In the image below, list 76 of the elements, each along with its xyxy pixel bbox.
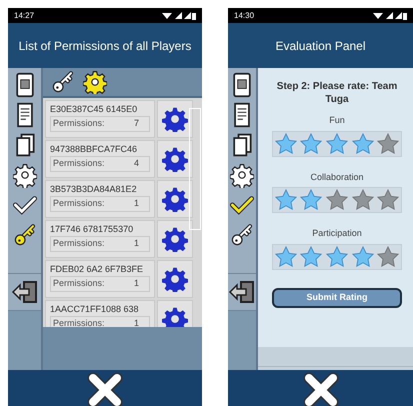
star-rating[interactable] <box>272 130 402 156</box>
screen-title: List of Permissions of all Players <box>18 38 192 54</box>
star-icon[interactable] <box>274 189 297 211</box>
close-icon[interactable] <box>87 372 123 406</box>
key-icon[interactable] <box>51 70 75 94</box>
player-id: 947388BBFCA7FC46 <box>50 143 138 156</box>
screen-title: Evaluation Panel <box>275 38 366 54</box>
permissions-value: 1 <box>134 277 140 290</box>
settings-icon <box>162 226 188 252</box>
gear-icon[interactable] <box>230 162 254 188</box>
settings-icon <box>162 306 188 327</box>
exit-icon[interactable] <box>228 280 256 304</box>
key-icon[interactable] <box>12 222 36 248</box>
permissions-value: 4 <box>134 157 140 170</box>
star-icon[interactable] <box>326 246 348 268</box>
star-icon[interactable] <box>377 246 400 268</box>
star-icon[interactable] <box>300 189 322 211</box>
settings-button[interactable] <box>157 140 193 178</box>
close-icon[interactable] <box>302 372 338 406</box>
status-time: 14:30 <box>234 10 254 22</box>
permissions-label: Permissions: <box>53 157 105 170</box>
player-card[interactable]: FDEB02 6A2 6F7B3FE Permissions: 1 <box>45 260 155 298</box>
status-time: 14:27 <box>14 10 34 22</box>
rating-label: Collaboration <box>310 170 364 184</box>
star-icon[interactable] <box>377 189 400 211</box>
permissions-value: 1 <box>134 197 140 210</box>
settings-icon <box>162 186 188 212</box>
status-icons <box>160 12 196 20</box>
step-heading: Step 2: Please rate: Team Tuga <box>276 80 398 106</box>
settings-button[interactable] <box>157 220 193 258</box>
rating-label: Participation <box>312 227 362 240</box>
star-icon[interactable] <box>300 246 322 268</box>
star-icon[interactable] <box>326 189 348 211</box>
settings-icon <box>162 106 188 132</box>
star-icon[interactable] <box>352 132 374 154</box>
permissions-label: Permissions: <box>53 277 105 290</box>
player-card[interactable]: 947388BBFCA7FC46 Permissions: 4 <box>45 140 155 178</box>
star-icon[interactable] <box>377 132 400 154</box>
player-id: 3B573B3DA84A81E2 <box>50 183 138 196</box>
player-id: FDEB02 6A2 6F7B3FE <box>50 263 144 276</box>
gear-icon[interactable] <box>12 162 36 188</box>
permissions-value: 1 <box>134 237 140 250</box>
permissions-label: Permissions: <box>53 237 105 250</box>
player-id: 17F746 6781755370 <box>50 223 134 236</box>
permissions-label: Permissions: <box>53 117 105 130</box>
settings-icon <box>162 146 188 172</box>
permissions-value: 7 <box>134 117 140 130</box>
sidebar-footer <box>8 311 41 370</box>
status-icons <box>371 12 407 20</box>
star-icon[interactable] <box>352 189 374 211</box>
player-card[interactable]: 1AACC71FF1088 638 Permissions: 1 <box>45 300 155 327</box>
star-icon[interactable] <box>326 132 348 154</box>
player-card[interactable]: 3B573B3DA84A81E2 Permissions: 1 <box>45 180 155 218</box>
star-rating[interactable] <box>272 187 402 213</box>
player-id: 1AACC71FF1088 638 <box>50 303 140 316</box>
settings-button[interactable] <box>157 180 193 218</box>
settings-button[interactable] <box>157 100 193 138</box>
key-icon[interactable] <box>230 222 254 248</box>
star-icon[interactable] <box>274 132 297 154</box>
settings-icon <box>162 266 188 292</box>
permissions-label: Permissions: <box>53 197 105 210</box>
gear-icon[interactable] <box>83 70 107 94</box>
star-icon[interactable] <box>274 246 297 268</box>
settings-button[interactable] <box>157 260 193 298</box>
sidebar-footer <box>228 311 256 370</box>
star-icon[interactable] <box>352 246 374 268</box>
permissions-value: 1 <box>134 317 140 327</box>
star-icon[interactable] <box>300 132 322 154</box>
permissions-label: Permissions: <box>53 317 105 327</box>
star-rating[interactable] <box>272 244 402 270</box>
settings-button[interactable] <box>157 300 193 327</box>
rating-label: Fun <box>329 114 345 127</box>
player-card[interactable]: E30E387C45 6145E0 Permissions: 7 <box>45 100 155 138</box>
player-card[interactable]: 17F746 6781755370 Permissions: 1 <box>45 220 155 258</box>
exit-icon[interactable] <box>10 280 38 304</box>
player-id: E30E387C45 6145E0 <box>50 103 138 116</box>
